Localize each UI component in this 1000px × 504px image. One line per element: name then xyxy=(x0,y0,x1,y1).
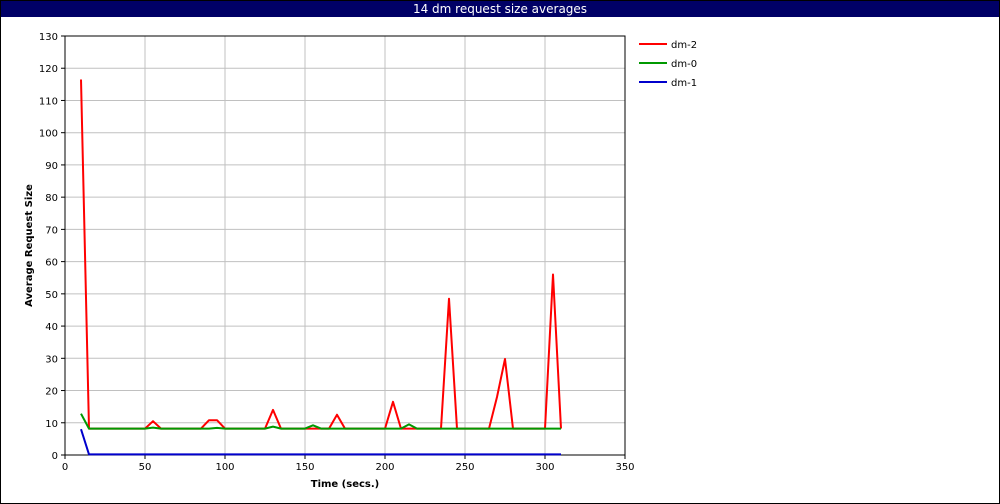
y-axis-label: Average Request Size xyxy=(24,184,35,307)
x-tick-label: 50 xyxy=(139,462,152,473)
x-tick-label: 350 xyxy=(615,462,634,473)
legend-label-dm-1: dm-1 xyxy=(671,78,697,89)
legend: dm-2 dm-0 dm-1 xyxy=(639,40,697,89)
series-lines xyxy=(80,79,562,456)
legend-label-dm-0: dm-0 xyxy=(671,59,697,70)
x-axis-label: Time (secs.) xyxy=(311,479,380,490)
x-tick-label: 250 xyxy=(455,462,474,473)
y-tick-label: 10 xyxy=(45,419,58,430)
x-tick-label: 0 xyxy=(62,462,68,473)
y-tick-label: 50 xyxy=(45,290,58,301)
grid xyxy=(64,35,626,456)
legend-label-dm-2: dm-2 xyxy=(671,40,697,51)
series-line-dm-1 xyxy=(80,428,561,456)
y-tick-label: 40 xyxy=(45,322,58,333)
y-tick-label: 110 xyxy=(39,96,58,107)
y-tick-label: 100 xyxy=(39,129,58,140)
y-tick-label: 130 xyxy=(39,32,58,43)
y-tick-label: 80 xyxy=(45,193,58,204)
x-tick-label: 300 xyxy=(535,462,554,473)
y-tick-label: 70 xyxy=(45,225,58,236)
y-tick-label: 90 xyxy=(45,161,58,172)
y-tick-label: 20 xyxy=(45,387,58,398)
x-tick-label: 150 xyxy=(295,462,314,473)
y-tick-label: 0 xyxy=(52,451,58,462)
x-tick-label: 200 xyxy=(375,462,394,473)
x-tick-label: 100 xyxy=(215,462,234,473)
y-tick-label: 120 xyxy=(39,64,58,75)
series-line-dm-2 xyxy=(80,79,562,430)
chart-canvas: 0 50 100 150 200 250 300 350 0 10 20 30 40 50 60 70 80 90… xyxy=(24,32,697,490)
plot-area xyxy=(64,35,626,456)
y-tick-label: 60 xyxy=(45,258,58,269)
y-tick-label: 30 xyxy=(45,354,58,365)
